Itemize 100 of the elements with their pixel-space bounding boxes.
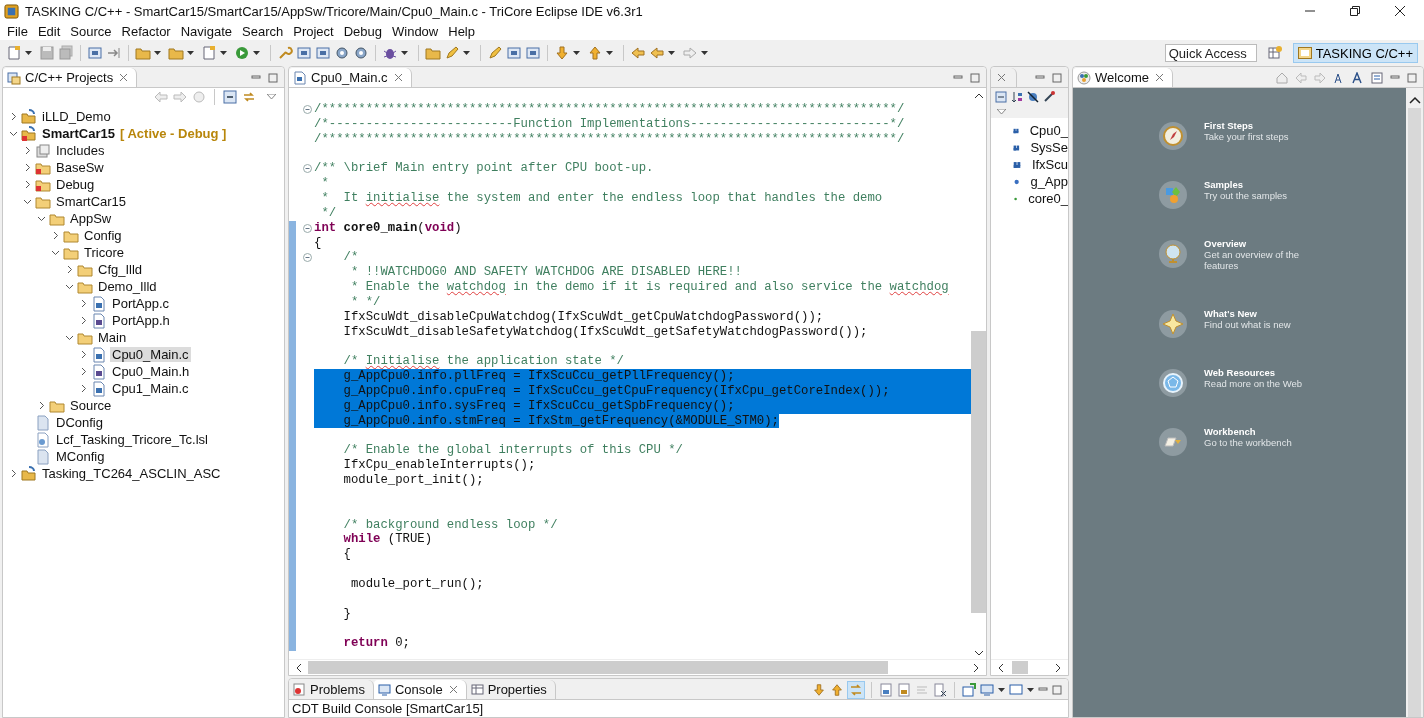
pencil-icon[interactable] [487, 45, 503, 61]
fold-icon[interactable] [303, 253, 312, 263]
chevron-right-icon[interactable] [23, 163, 32, 172]
menu-item[interactable]: Navigate [175, 23, 237, 39]
tree-item[interactable]: Debug [54, 177, 97, 192]
tree-item[interactable]: Cpu1_Main.c [110, 381, 191, 396]
arrow-left-icon[interactable] [630, 45, 646, 61]
arrow-up-icon[interactable] [830, 682, 844, 697]
horizontal-scrollbar[interactable] [991, 659, 1068, 675]
chevron-right-icon[interactable] [79, 316, 88, 325]
menu-item[interactable]: Window [387, 23, 444, 39]
chevron-right-icon[interactable] [9, 469, 18, 478]
view-menu-icon[interactable] [267, 94, 276, 100]
chevron-down-icon[interactable] [37, 214, 46, 223]
tree-item[interactable]: Lcf_Tasking_Tricore_Tc.lsl [54, 432, 210, 447]
increase-font-icon[interactable] [1352, 71, 1364, 84]
wrench-icon[interactable] [277, 45, 293, 61]
caret-icon[interactable] [668, 51, 675, 55]
chip-icon[interactable] [506, 45, 522, 61]
caret-icon[interactable] [701, 51, 708, 55]
chevron-down-icon[interactable] [23, 197, 32, 206]
globe-icon[interactable] [1158, 239, 1188, 269]
caret-icon[interactable] [187, 51, 194, 55]
chevron-down-icon[interactable] [51, 248, 60, 257]
tree-item[interactable]: Source [68, 398, 114, 413]
caret-icon[interactable] [463, 51, 470, 55]
tree-item[interactable]: Demo_Illd [96, 279, 159, 294]
editor-tab[interactable]: Cpu0_Main.c [289, 68, 412, 87]
welcome-tab[interactable]: Welcome [1073, 68, 1173, 87]
perspective-button[interactable]: TASKING C/C++ [1292, 43, 1418, 63]
welcome-link[interactable]: What's New [1204, 308, 1314, 319]
tree-item[interactable]: Main [96, 330, 129, 345]
run-icon[interactable] [234, 45, 250, 61]
chevron-right-icon[interactable] [65, 265, 74, 274]
menu-item[interactable]: Search [237, 23, 289, 39]
scroll-up-icon[interactable] [1408, 96, 1421, 104]
customize-icon[interactable] [1371, 71, 1383, 84]
chevron-down-icon[interactable] [65, 282, 74, 291]
fold-icon[interactable] [303, 105, 312, 114]
tree-item[interactable]: PortApp.h [110, 313, 172, 328]
chevron-right-icon[interactable] [79, 350, 88, 359]
outline-item[interactable]: g_App [1030, 174, 1068, 189]
menu-item[interactable]: Refactor [116, 23, 176, 39]
outline-item[interactable]: core0_ [1028, 191, 1068, 206]
chevron-right-icon[interactable] [79, 367, 88, 376]
hide-fields-icon[interactable] [1027, 91, 1040, 103]
welcome-link[interactable]: First Steps [1204, 120, 1314, 131]
chevron-down-icon[interactable] [9, 129, 18, 138]
scroll-right-icon[interactable] [973, 662, 981, 673]
welcome-link[interactable]: Overview [1204, 238, 1314, 249]
welcome-link[interactable]: Workbench [1204, 426, 1314, 437]
fold-icon[interactable] [303, 223, 312, 233]
tree-item[interactable]: Cfg_Illd [96, 262, 145, 277]
menu-item[interactable]: Help [443, 23, 480, 39]
caret-icon[interactable] [1027, 687, 1034, 692]
fold-icon[interactable] [303, 164, 312, 174]
menu-item[interactable]: Source [65, 23, 117, 39]
pin-icon[interactable] [962, 682, 976, 697]
horizontal-scrollbar[interactable] [289, 659, 987, 675]
tree-item[interactable]: Cpu0_Main.h [110, 364, 192, 379]
chevron-right-icon[interactable] [37, 401, 46, 410]
outline-item[interactable]: IfxScu [1031, 157, 1068, 172]
arrow-down-icon[interactable] [812, 682, 826, 697]
decrease-font-icon[interactable] [1333, 71, 1345, 84]
chevron-right-icon[interactable] [51, 231, 60, 240]
menu-item[interactable]: Project [288, 23, 339, 39]
tree-item[interactable]: DConfig [54, 415, 105, 430]
chip-icon[interactable] [315, 45, 331, 61]
chevron-right-icon[interactable] [23, 180, 32, 189]
caret-icon[interactable] [606, 51, 613, 55]
panel-tab[interactable]: Problems [289, 680, 374, 699]
chip-icon[interactable] [525, 45, 541, 61]
outline-item[interactable]: Cpu0_ [1029, 123, 1068, 138]
scroll-left-icon[interactable] [295, 662, 302, 673]
chevron-down-icon[interactable] [65, 333, 74, 342]
tree-item[interactable]: Tricore [82, 245, 126, 260]
sort-icon[interactable] [1011, 91, 1024, 103]
compass-icon[interactable] [1158, 121, 1188, 151]
caret-icon[interactable] [220, 51, 227, 55]
lock-icon[interactable] [897, 682, 911, 697]
chevron-right-icon[interactable] [9, 112, 18, 121]
tree-item[interactable]: BaseSw [54, 160, 106, 175]
folder-icon[interactable] [425, 45, 441, 61]
quick-access-field[interactable]: Quick Access [1164, 44, 1257, 62]
web-icon[interactable] [1158, 368, 1188, 398]
scroll-right-icon[interactable] [1055, 662, 1062, 673]
panel-tab[interactable]: C/C++ Projects [3, 68, 138, 87]
chip-icon[interactable] [87, 45, 103, 61]
hide-static-icon[interactable] [1043, 91, 1056, 103]
view-menu-icon[interactable] [997, 109, 1007, 115]
chip-icon[interactable] [296, 45, 312, 61]
page-icon[interactable] [879, 682, 893, 697]
tree-item[interactable]: SmartCar15 [40, 126, 117, 141]
caret-icon[interactable] [573, 51, 580, 55]
chevron-right-icon[interactable] [79, 299, 88, 308]
tree-item[interactable]: PortApp.c [110, 296, 172, 311]
menu-item[interactable]: Debug [338, 23, 387, 39]
menu-item[interactable]: Edit [32, 23, 66, 39]
vertical-scrollbar[interactable] [1406, 88, 1423, 717]
tree-item[interactable]: Includes [54, 143, 107, 158]
